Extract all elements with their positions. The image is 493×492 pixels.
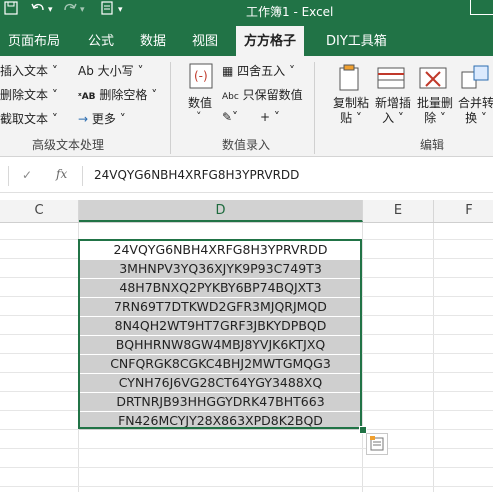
copy-paste-icon	[334, 64, 364, 92]
plus-button[interactable]: + ˅	[260, 110, 280, 124]
column-header-e[interactable]: E	[363, 200, 434, 222]
delete-text-button[interactable]: 删除文本 ˅	[0, 86, 58, 103]
tab-fangfanggezi[interactable]: 方方格子	[236, 26, 305, 59]
title-bar: ▾ ▾ ▾ 工作簿1 - Excel	[0, 0, 493, 22]
abc-icon: Abc	[222, 92, 239, 102]
group-label-edit: 编辑	[420, 138, 445, 152]
number-button[interactable]: 数值	[188, 94, 212, 111]
ribbon-display-button[interactable]	[470, 0, 493, 15]
keep-value-button[interactable]: Abc 只保留数值	[222, 86, 303, 103]
more-label: 更多 ˅	[91, 112, 126, 126]
ribbon-tabs: 页面布局 公式 数据 视图 方方格子 DIY工具箱	[0, 22, 493, 59]
quick-access-icon[interactable]	[100, 1, 114, 19]
formula-separator	[82, 166, 83, 186]
group-label-number-entry: 数值录入	[222, 138, 271, 152]
column-header-f[interactable]: F	[434, 200, 493, 222]
grid-icon: ▦	[222, 64, 234, 78]
copy-paste-button[interactable]: 复制粘贴 ˅	[332, 96, 370, 126]
grid-line	[0, 467, 493, 468]
group-separator	[314, 62, 315, 154]
column-header-c[interactable]: C	[0, 200, 79, 222]
undo-icon[interactable]	[30, 1, 46, 19]
ribbon-panel: 插入文本 ˅ 删除文本 ˅ 截取文本 ˅ Ab 大小写 ˅ ˣAB 删除空格 ˅…	[0, 56, 493, 157]
batch-delete-icon	[418, 64, 448, 92]
redo-icon[interactable]	[62, 1, 78, 19]
arrow-right-icon: →	[78, 112, 89, 126]
round-button[interactable]: ▦ 四舍五入 ˅	[222, 62, 295, 79]
column-header-d[interactable]: D	[79, 200, 363, 222]
insert-text-button[interactable]: 插入文本 ˅	[0, 62, 58, 79]
quick-analysis-icon[interactable]	[366, 433, 388, 455]
window-title: 工作簿1 - Excel	[246, 5, 334, 19]
add-insert-button[interactable]: 新增插入 ˅	[374, 96, 412, 126]
undo-dropdown-icon[interactable]: ▾	[48, 5, 53, 15]
customize-quick-access-icon[interactable]: ▾	[118, 5, 123, 15]
edit-icon[interactable]: ✎˅	[222, 110, 238, 124]
tab-page-layout[interactable]: 页面布局	[8, 30, 60, 49]
formula-bar: ✓ fx 24VQYG6NBH4XRFG8H3YPRVRDD	[0, 160, 493, 193]
formula-separator	[8, 166, 9, 186]
grid-line	[0, 448, 493, 449]
group-label-text-processing: 高级文本处理	[32, 138, 105, 152]
save-icon[interactable]	[4, 1, 18, 19]
case-button[interactable]: Ab 大小写 ˅	[78, 62, 143, 79]
selection-border	[78, 239, 362, 429]
merge-convert-button[interactable]: 合并转换 ˅	[458, 96, 493, 126]
merge-convert-icon	[460, 64, 490, 92]
column-headers: C D E F	[0, 200, 493, 223]
grid-line	[362, 223, 363, 492]
delete-spaces-button[interactable]: ˣAB 删除空格 ˅	[78, 86, 157, 103]
round-label: 四舍五入 ˅	[237, 64, 295, 78]
tab-data[interactable]: 数据	[140, 30, 166, 49]
number-dropdown-icon[interactable]: ˅	[196, 110, 202, 123]
redo-dropdown-icon[interactable]: ▾	[80, 5, 85, 15]
number-icon: (-)	[186, 62, 216, 90]
group-separator	[170, 62, 171, 154]
more-button[interactable]: → 更多 ˅	[78, 110, 126, 127]
tab-diy-toolbox[interactable]: DIY工具箱	[326, 30, 387, 49]
delete-spaces-icon: ˣAB	[78, 92, 96, 102]
batch-delete-button[interactable]: 批量删除 ˅	[416, 96, 454, 126]
extract-text-button[interactable]: 截取文本 ˅	[0, 110, 58, 127]
grid-line	[433, 223, 434, 492]
keep-value-label: 只保留数值	[242, 88, 303, 102]
tab-formulas[interactable]: 公式	[88, 30, 114, 49]
add-insert-icon	[376, 64, 406, 92]
formula-input[interactable]: 24VQYG6NBH4XRFG8H3YPRVRDD	[94, 168, 299, 182]
delete-spaces-label: 删除空格 ˅	[99, 88, 158, 102]
grid-line	[0, 486, 493, 487]
fx-button[interactable]: fx	[56, 167, 67, 181]
tab-view[interactable]: 视图	[192, 30, 218, 49]
checkmark-icon[interactable]: ✓	[22, 168, 32, 182]
svg-text:(-): (-)	[194, 69, 208, 83]
